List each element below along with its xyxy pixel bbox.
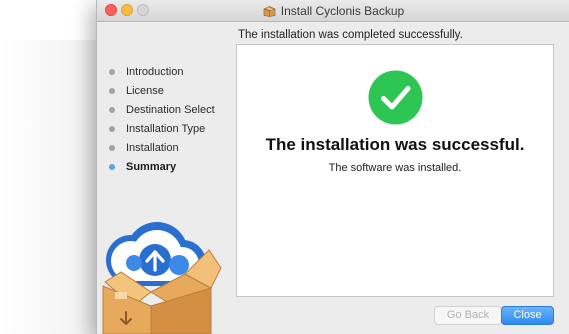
step-dot-icon [109,87,115,94]
step-label: Introduction [126,65,184,78]
step-dot-icon [109,144,115,151]
success-headline: The installation was successful. [265,135,525,154]
step-dot-icon [109,68,115,75]
step-label: License [126,84,164,97]
step-destination-select: Destination Select [109,100,215,119]
checkmark-icon [368,70,423,125]
installer-window: Install Cyclonis Backup The installation… [96,0,569,334]
installer-steps: Introduction License Destination Select … [109,62,215,176]
step-installation: Installation [109,138,215,157]
step-license: License [109,81,215,100]
window-title-group: Install Cyclonis Backup [97,0,569,21]
active-step-dot-icon [109,163,115,170]
step-label: Summary [126,160,177,173]
close-button[interactable]: Close [501,306,554,325]
step-label: Installation [126,141,179,154]
step-installation-type: Installation Type [109,119,215,138]
cloud-box-illustration [102,222,222,334]
step-dot-icon [109,125,115,132]
step-label: Destination Select [126,103,215,116]
go-back-button[interactable]: Go Back [434,306,502,325]
completion-message: The installation was completed successfu… [238,29,463,41]
summary-panel: The installation was successful. The sof… [236,44,554,297]
window-title: Install Cyclonis Backup [280,3,405,18]
step-introduction: Introduction [109,62,215,81]
success-subtext: The software was installed. [328,162,462,174]
step-summary: Summary [109,157,215,176]
package-icon [263,5,276,17]
step-dot-icon [109,106,115,113]
title-bar[interactable]: Install Cyclonis Backup [97,0,569,22]
step-label: Installation Type [126,122,206,135]
